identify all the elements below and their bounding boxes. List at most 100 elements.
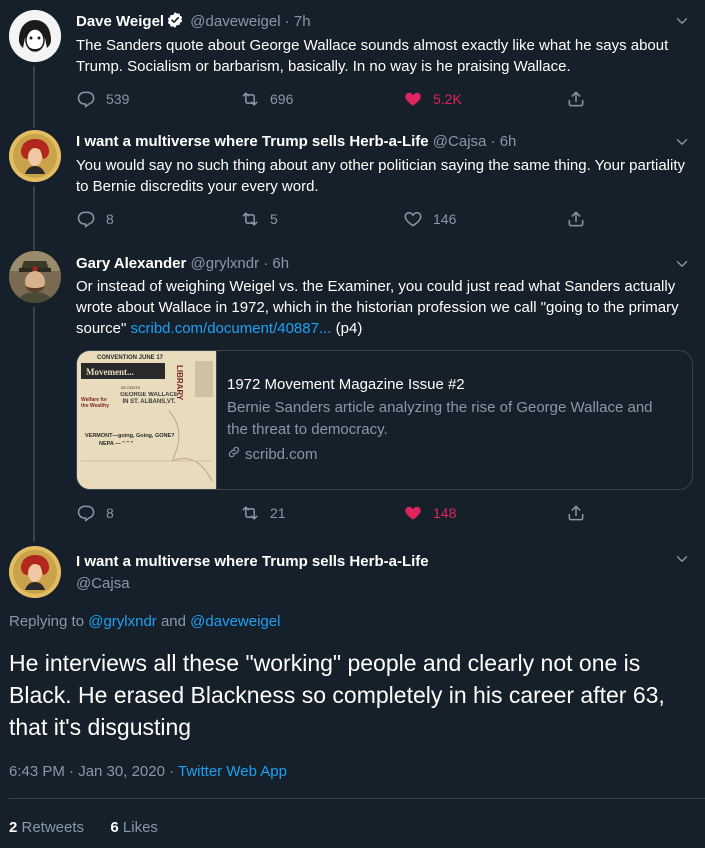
heart-icon: [403, 503, 423, 523]
svg-text:25 CENTS: 25 CENTS: [121, 385, 140, 390]
like-button[interactable]: 5.2K: [403, 89, 462, 109]
thread-line: [33, 120, 35, 128]
engagement-stats: 2 Retweets 6 Likes: [9, 818, 158, 838]
like-count: 5.2K: [433, 91, 462, 107]
mention-daveweigel[interactable]: @daveweigel: [190, 613, 280, 630]
like-count: 146: [433, 211, 457, 227]
author-handle[interactable]: @grylxndr: [191, 255, 260, 272]
author-name[interactable]: Dave Weigel: [76, 13, 164, 30]
reply-button[interactable]: 8: [76, 209, 114, 229]
mention-grylxndr[interactable]: @grylxndr: [88, 613, 157, 630]
retweet-count: 696: [270, 91, 294, 107]
thread-line: [33, 242, 35, 250]
avatar-illustration: [9, 251, 61, 303]
svg-text:CONVENTION JUNE 17: CONVENTION JUNE 17: [97, 355, 164, 361]
chevron-down-icon[interactable]: [673, 550, 691, 573]
retweet-button[interactable]: 21: [240, 503, 286, 523]
card-domain-text: scribd.com: [245, 446, 318, 463]
tweet-text: The Sanders quote about George Wallace s…: [76, 37, 669, 75]
retweet-button[interactable]: 5: [240, 209, 278, 229]
tweet-text-suffix: (p4): [331, 320, 363, 337]
replying-and: and: [156, 613, 191, 630]
thread-line: [33, 186, 35, 246]
tweet-source[interactable]: Twitter Web App: [178, 763, 287, 780]
avatar-illustration: [9, 546, 61, 598]
replying-prefix: Replying to: [9, 613, 89, 630]
avatar-illustration: [9, 10, 61, 62]
card-description: Bernie Sanders article analyzing the ris…: [227, 399, 653, 438]
reply-button[interactable]: 8: [76, 503, 114, 523]
svg-text:NEPA — " " ": NEPA — " " ": [99, 441, 133, 447]
reply-count: 539: [106, 91, 130, 107]
share-icon: [566, 209, 586, 229]
like-count: 148: [433, 505, 457, 521]
share-button[interactable]: [566, 89, 586, 109]
chevron-down-icon[interactable]: [673, 133, 691, 156]
avatar[interactable]: [9, 10, 61, 62]
share-button[interactable]: [566, 503, 586, 523]
share-icon: [566, 503, 586, 523]
avatar-illustration: [9, 130, 61, 182]
replying-to: Replying to @grylxndr and @daveweigel: [9, 612, 280, 632]
main-tweet: I want a multiverse where Trump sells He…: [0, 534, 705, 848]
svg-text:VERMONT—going, Going, GONE?: VERMONT—going, Going, GONE?: [85, 433, 175, 439]
thread-line: [33, 534, 35, 542]
tweet-time[interactable]: · 6h: [263, 255, 289, 272]
author-handle[interactable]: @Cajsa: [76, 575, 130, 592]
tweet-link[interactable]: scribd.com/document/40887...: [131, 320, 332, 337]
author-name[interactable]: I want a multiverse where Trump sells He…: [76, 553, 429, 570]
link-card[interactable]: CONVENTION JUNE 17 Movement... LIBRARY 2…: [76, 350, 693, 490]
reply-icon: [76, 89, 96, 109]
reply-icon: [76, 503, 96, 523]
retweet-icon: [240, 209, 260, 229]
author-handle[interactable]: @daveweigel: [190, 13, 280, 30]
magazine-cover-image: CONVENTION JUNE 17 Movement... LIBRARY 2…: [77, 351, 216, 489]
main-tweet-text: He interviews all these "working" people…: [9, 650, 665, 740]
retweet-count: 5: [270, 211, 278, 227]
retweet-count: 21: [270, 505, 286, 521]
like-button[interactable]: 148: [403, 503, 456, 523]
card-domain: scribd.com: [227, 445, 677, 465]
thread-line: [33, 307, 35, 534]
card-title[interactable]: 1972 Movement Magazine Issue #2: [227, 375, 677, 395]
divider: [9, 798, 705, 799]
tweet-time[interactable]: · 6h: [491, 133, 517, 150]
link-icon: [227, 445, 241, 465]
tweet-text: Or instead of weighing Weigel vs. the Ex…: [76, 276, 691, 339]
thread-line: [33, 66, 35, 124]
avatar[interactable]: [9, 130, 61, 182]
tweet-time[interactable]: · 7h: [285, 13, 311, 30]
likes-label: Likes: [118, 819, 158, 836]
verified-icon: [166, 11, 184, 35]
tweet-text: You would say no such thing about any ot…: [76, 157, 686, 195]
chevron-down-icon[interactable]: [673, 12, 691, 35]
avatar[interactable]: [9, 546, 61, 598]
author-handle[interactable]: @Cajsa: [433, 133, 487, 150]
avatar[interactable]: [9, 251, 61, 303]
retweet-button[interactable]: 696: [240, 89, 293, 109]
share-button[interactable]: [566, 209, 586, 229]
author-name[interactable]: Gary Alexander: [76, 255, 186, 272]
card-thumbnail: CONVENTION JUNE 17 Movement... LIBRARY 2…: [77, 351, 217, 489]
tweet-timestamp[interactable]: 6:43 PM · Jan 30, 2020 ·: [9, 763, 178, 780]
like-total: 6: [110, 819, 119, 836]
like-button[interactable]: 146: [403, 209, 456, 229]
reply-count: 8: [106, 211, 114, 227]
share-icon: [566, 89, 586, 109]
tweet-dave-weigel[interactable]: Dave Weigel @daveweigel · 7h The Sanders…: [0, 0, 705, 124]
author-name[interactable]: I want a multiverse where Trump sells He…: [76, 133, 429, 150]
likes-stat[interactable]: 6 Likes: [110, 819, 158, 836]
retweet-icon: [240, 89, 260, 109]
retweet-icon: [240, 503, 260, 523]
tweet-cajsa-reply[interactable]: I want a multiverse where Trump sells He…: [0, 120, 705, 246]
tweet-meta: 6:43 PM · Jan 30, 2020 · Twitter Web App: [9, 762, 287, 782]
heart-icon: [403, 209, 423, 229]
reply-count: 8: [106, 505, 114, 521]
retweets-label: Retweets: [17, 819, 85, 836]
retweets-stat[interactable]: 2 Retweets: [9, 819, 84, 836]
svg-text:Movement...: Movement...: [86, 367, 134, 377]
reply-icon: [76, 209, 96, 229]
reply-button[interactable]: 539: [76, 89, 129, 109]
chevron-down-icon[interactable]: [673, 255, 691, 278]
heart-icon: [403, 89, 423, 109]
